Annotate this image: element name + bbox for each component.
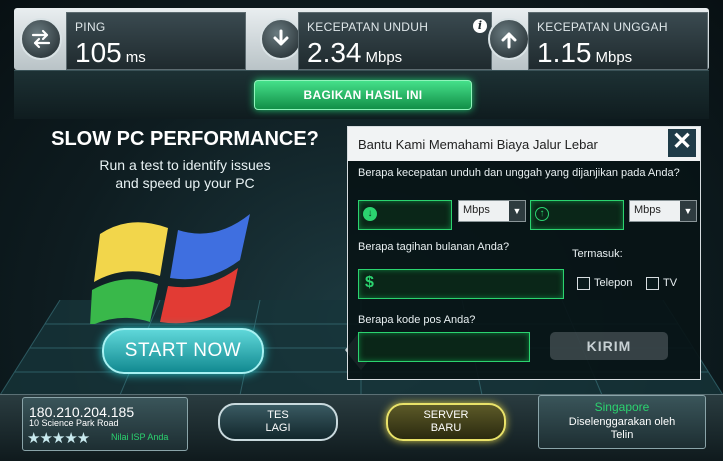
new-server-label-line1: SERVER bbox=[423, 409, 469, 421]
download-stat: KECEPATAN UNDUH 2.34 Mbps i bbox=[298, 12, 492, 70]
tv-label: TV bbox=[663, 277, 678, 289]
zip-question: Berapa kode pos Anda? bbox=[358, 314, 476, 326]
rating-stars-icon[interactable]: ★★★★★ bbox=[27, 429, 90, 447]
upload-stat: KECEPATAN UNGGAH 1.15 Mbps bbox=[528, 12, 708, 70]
retest-button[interactable]: TES LAGI bbox=[218, 403, 338, 441]
monthly-bill-input[interactable]: $ bbox=[358, 269, 564, 299]
new-server-button[interactable]: SERVER BARU bbox=[386, 403, 506, 441]
retest-label: TES LAGI bbox=[265, 409, 290, 435]
download-unit: Mbps bbox=[365, 49, 403, 66]
submit-button[interactable]: KIRIM bbox=[550, 332, 668, 360]
start-now-button[interactable]: START NOW bbox=[102, 328, 264, 374]
client-info: 180.210.204.185 10 Science Park Road ★★★… bbox=[22, 397, 188, 451]
ping-arrows-icon bbox=[31, 29, 51, 49]
speed-question: Berapa kecepatan unduh dan unggah yang d… bbox=[358, 167, 680, 179]
share-results-button[interactable]: BAGIKAN HASIL INI bbox=[254, 80, 472, 110]
upload-unit: Mbps bbox=[595, 49, 633, 66]
bill-question: Berapa tagihan bulanan Anda? bbox=[358, 241, 510, 253]
ping-unit: ms bbox=[125, 49, 146, 66]
phone-label: Telepon bbox=[594, 277, 633, 289]
hosted-by: Diselenggarakan oleh Telin bbox=[539, 416, 705, 442]
download-arrow-icon bbox=[273, 29, 289, 46]
download-unit-value: Mbps bbox=[463, 204, 490, 216]
upload-unit-select[interactable]: Mbps ▼ bbox=[629, 200, 697, 222]
windows-logo-icon bbox=[90, 214, 250, 324]
download-field-icon: ↓ bbox=[363, 207, 377, 221]
zip-code-input[interactable] bbox=[358, 332, 530, 362]
survey-panel: Bantu Kami Memahami Biaya Jalur Lebar ✕ … bbox=[347, 126, 701, 380]
promised-download-input[interactable]: ↓ bbox=[358, 200, 452, 230]
upload-number: 1.15 bbox=[537, 37, 592, 68]
speedtest-frame: PING 105 ms KECEPATAN UNDUH 2.34 Mbps i KE… bbox=[0, 0, 723, 461]
upload-value: 1.15 Mbps bbox=[537, 37, 632, 69]
ad-subtitle: Run a test to identify issues and speed … bbox=[40, 156, 330, 192]
download-unit-select[interactable]: Mbps ▼ bbox=[458, 200, 526, 222]
ping-label: PING bbox=[75, 20, 106, 34]
new-server-label: SERVER BARU bbox=[423, 409, 468, 435]
hosted-by-line1: Diselenggarakan oleh bbox=[568, 416, 676, 428]
close-button[interactable]: ✕ bbox=[668, 129, 696, 157]
ping-badge bbox=[20, 18, 62, 60]
retest-label-line1: TES bbox=[267, 409, 289, 421]
download-label: KECEPATAN UNDUH bbox=[307, 20, 429, 34]
survey-header: Bantu Kami Memahami Biaya Jalur Lebar ✕ bbox=[348, 127, 700, 161]
hosted-by-line2: Telin bbox=[610, 429, 634, 441]
ad-panel: SLOW PC PERFORMANCE? Run a test to ident… bbox=[40, 122, 330, 390]
download-badge bbox=[260, 18, 302, 60]
ping-stat: PING 105 ms bbox=[66, 12, 246, 70]
chevron-down-icon: ▼ bbox=[680, 201, 696, 221]
currency-symbol: $ bbox=[365, 274, 374, 291]
new-server-label-line2: BARU bbox=[430, 422, 462, 434]
tv-checkbox[interactable] bbox=[646, 277, 659, 290]
info-icon[interactable]: i bbox=[473, 19, 487, 33]
server-city: Singapore bbox=[594, 400, 650, 414]
upload-unit-value: Mbps bbox=[634, 204, 661, 216]
survey-title: Bantu Kami Memahami Biaya Jalur Lebar bbox=[358, 137, 598, 152]
ad-title: SLOW PC PERFORMANCE? bbox=[51, 128, 319, 150]
promised-upload-input[interactable]: ↑ bbox=[530, 200, 624, 230]
download-number: 2.34 bbox=[307, 37, 362, 68]
upload-arrow-icon bbox=[501, 32, 517, 49]
chevron-down-icon: ▼ bbox=[509, 201, 525, 221]
ad-subtitle-line1: Run a test to identify issues bbox=[99, 157, 271, 173]
upload-label: KECEPATAN UNGGAH bbox=[537, 20, 668, 34]
bottom-bar: 180.210.204.185 10 Science Park Road ★★★… bbox=[0, 394, 723, 461]
share-strip: BAGIKAN HASIL INI bbox=[14, 70, 709, 119]
phone-checkbox[interactable] bbox=[577, 277, 590, 290]
isp-rating-label: Nilai ISP Anda bbox=[111, 432, 169, 442]
ping-number: 105 bbox=[75, 37, 122, 68]
client-address: 10 Science Park Road bbox=[29, 418, 119, 428]
download-value: 2.34 Mbps bbox=[307, 37, 402, 69]
server-info: Singapore Diselenggarakan oleh Telin bbox=[538, 395, 706, 449]
ad-subtitle-line2: and speed up your PC bbox=[115, 175, 255, 191]
upload-field-icon: ↑ bbox=[535, 207, 549, 221]
retest-label-line2: LAGI bbox=[265, 422, 291, 434]
upload-badge bbox=[488, 18, 530, 60]
ping-value: 105 ms bbox=[75, 37, 146, 69]
includes-label: Termasuk: bbox=[572, 248, 623, 260]
results-bar: PING 105 ms KECEPATAN UNDUH 2.34 Mbps i KE… bbox=[14, 8, 709, 70]
